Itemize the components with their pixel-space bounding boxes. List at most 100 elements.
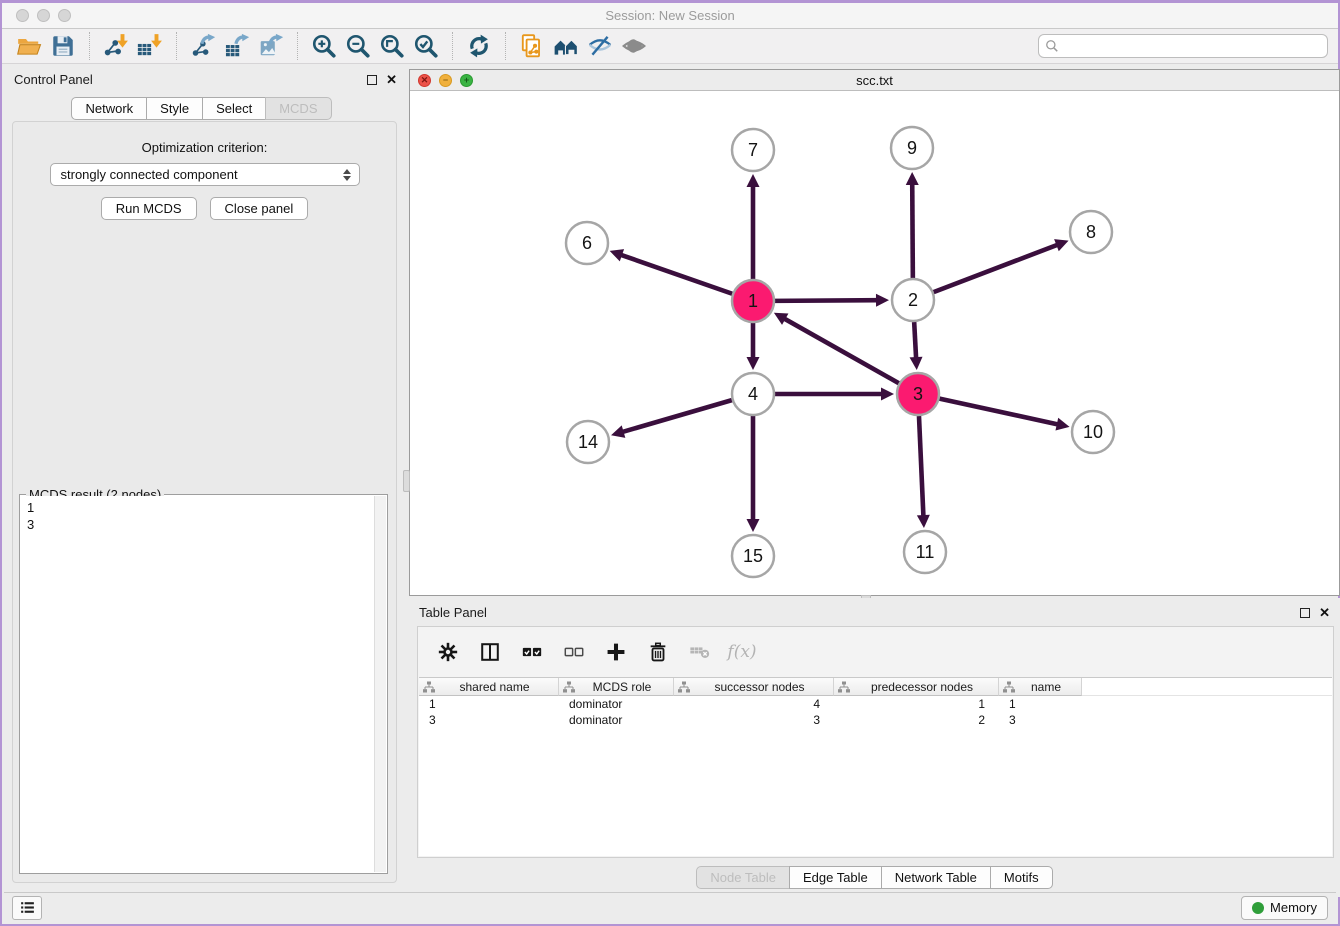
tab-label: Network Table [895, 870, 977, 885]
graph-node-3[interactable]: 3 [897, 373, 939, 415]
tab-select[interactable]: Select [202, 97, 266, 120]
mcds-result-text[interactable]: 1 3 [21, 496, 374, 872]
criterion-select[interactable]: strongly connected component [50, 163, 360, 186]
tab-style[interactable]: Style [146, 97, 203, 120]
network-window-title: scc.txt [410, 73, 1339, 88]
graph-edge-3-10[interactable] [939, 399, 1069, 431]
graph-node-10[interactable]: 10 [1072, 411, 1114, 453]
zoom-out-button[interactable] [341, 31, 375, 61]
zoom-selected-button[interactable] [409, 31, 443, 61]
delete-columns-button[interactable] [644, 638, 672, 666]
export-network-icon [190, 33, 216, 59]
zoom-fit-button[interactable] [375, 31, 409, 61]
clone-network-button[interactable] [515, 31, 549, 61]
task-history-button[interactable] [12, 896, 42, 920]
float-table-panel-icon[interactable] [1300, 608, 1310, 618]
zoom-in-button[interactable] [307, 31, 341, 61]
tab-edge-table[interactable]: Edge Table [789, 866, 882, 889]
hide-graphics-details-button[interactable] [583, 31, 617, 61]
tab-node-table[interactable]: Node Table [696, 866, 790, 889]
graph-node-1[interactable]: 1 [732, 280, 774, 322]
splitter-handle-vertical[interactable] [403, 470, 410, 492]
graph-node-15[interactable]: 15 [732, 535, 774, 577]
show-columns-button[interactable] [476, 638, 504, 666]
optimization-criterion-label: Optimization criterion: [13, 140, 396, 155]
graph-node-2[interactable]: 2 [892, 279, 934, 321]
run-mcds-button[interactable]: Run MCDS [101, 197, 197, 220]
memory-button[interactable]: Memory [1241, 896, 1328, 920]
table-panel: Table Panel ✕ f(x) shared nameMCDS roles… [409, 598, 1340, 897]
result-scrollbar[interactable] [374, 496, 386, 872]
column-header-MCDS-role[interactable]: MCDS role [559, 678, 674, 696]
zoom-selected-icon [413, 33, 439, 59]
column-header-name[interactable]: name [999, 678, 1082, 696]
select-all-rows-button[interactable] [518, 638, 546, 666]
open-file-button[interactable] [12, 31, 46, 61]
tab-label: Node Table [710, 870, 776, 885]
export-image-button[interactable] [254, 31, 288, 61]
tab-mcds[interactable]: MCDS [265, 97, 331, 120]
svg-text:7: 7 [748, 140, 758, 160]
graph-edge-3-11[interactable] [917, 416, 930, 528]
graph-edge-2-3[interactable] [910, 322, 923, 370]
close-panel-button[interactable]: Close panel [210, 197, 309, 220]
graph-edge-4-15[interactable] [747, 416, 760, 532]
import-table-icon [137, 33, 163, 59]
mcds-result-box: MCDS result (2 nodes) 1 3 [19, 494, 388, 874]
graph-node-9[interactable]: 9 [891, 127, 933, 169]
node-table-container: f(x) shared nameMCDS rolesuccessor nodes… [417, 626, 1334, 858]
float-panel-icon[interactable] [367, 75, 377, 85]
network-canvas[interactable]: 7 9 6 8 1 2 4 3 14 10 15 11 [410, 92, 1339, 595]
import-network-button[interactable] [99, 31, 133, 61]
graph-edge-4-3[interactable] [775, 388, 894, 401]
tab-motifs[interactable]: Motifs [990, 866, 1053, 889]
export-network-button[interactable] [186, 31, 220, 61]
graph-edge-3-1[interactable] [774, 313, 899, 383]
refresh-layout-icon [466, 33, 492, 59]
tab-network[interactable]: Network [71, 97, 147, 120]
table-row[interactable]: 1dominator411 [419, 696, 1332, 712]
graph-node-7[interactable]: 7 [732, 129, 774, 171]
close-panel-icon[interactable]: ✕ [386, 73, 397, 86]
column-header-shared-name[interactable]: shared name [419, 678, 559, 696]
graph-node-8[interactable]: 8 [1070, 211, 1112, 253]
table-header-row: shared nameMCDS rolesuccessor nodesprede… [419, 677, 1332, 696]
table-settings-button[interactable] [434, 638, 462, 666]
close-table-panel-icon[interactable]: ✕ [1319, 606, 1330, 619]
column-type-icon [563, 681, 575, 693]
deselect-all-rows-button[interactable] [560, 638, 588, 666]
export-table-button[interactable] [220, 31, 254, 61]
search-box[interactable] [1038, 34, 1328, 58]
column-header-successor-nodes[interactable]: successor nodes [674, 678, 834, 696]
graph-edge-1-2[interactable] [775, 294, 889, 307]
table-cell: 1 [834, 697, 999, 711]
bird-view-button[interactable] [617, 31, 651, 61]
graph-node-4[interactable]: 4 [732, 373, 774, 415]
tab-label: MCDS [279, 101, 317, 116]
refresh-layout-button[interactable] [462, 31, 496, 61]
svg-text:1: 1 [748, 291, 758, 311]
graph-edge-1-7[interactable] [747, 174, 760, 279]
import-table-button[interactable] [133, 31, 167, 61]
table-row[interactable]: 3dominator323 [419, 712, 1332, 728]
home-view-button[interactable] [549, 31, 583, 61]
add-column-button[interactable] [602, 638, 630, 666]
graph-edge-2-9[interactable] [906, 172, 919, 278]
show-columns-icon [479, 641, 501, 663]
column-header-predecessor-nodes[interactable]: predecessor nodes [834, 678, 999, 696]
import-network-icon [103, 33, 129, 59]
graph-edge-2-8[interactable] [934, 239, 1069, 292]
tab-network-table[interactable]: Network Table [881, 866, 991, 889]
graph-edge-1-6[interactable] [610, 249, 733, 294]
graph-node-6[interactable]: 6 [566, 222, 608, 264]
table-cell: 3 [674, 713, 834, 727]
graph-edge-4-14[interactable] [611, 400, 732, 438]
graph[interactable]: 7 9 6 8 1 2 4 3 14 10 15 11 [410, 92, 1339, 595]
zoom-fit-icon [379, 33, 405, 59]
search-input[interactable] [1063, 39, 1321, 53]
graph-node-14[interactable]: 14 [567, 421, 609, 463]
zoom-in-icon [311, 33, 337, 59]
save-session-button[interactable] [46, 31, 80, 61]
graph-node-11[interactable]: 11 [904, 531, 946, 573]
graph-edge-1-4[interactable] [747, 323, 760, 370]
